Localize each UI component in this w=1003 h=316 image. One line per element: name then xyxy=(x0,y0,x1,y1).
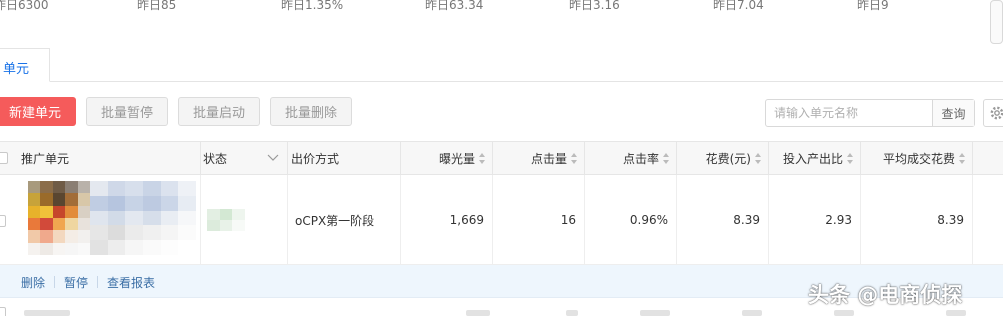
header-avg-cost-label: 平均成交花费 xyxy=(882,151,955,166)
search-button[interactable]: 查询 xyxy=(932,100,974,126)
header-cost[interactable]: 花费(元) xyxy=(677,142,769,174)
tab-unit[interactable]: 单元 xyxy=(0,48,50,82)
avg-cost-cell: 8.39 xyxy=(861,175,973,265)
row-checkbox[interactable] xyxy=(0,215,6,227)
settings-button[interactable] xyxy=(983,99,1003,127)
stats-strip: 昨日6300 昨日85 昨日1.35% 昨日63.34 昨日3.16 昨日7.0… xyxy=(0,0,1003,14)
new-unit-button[interactable]: 新建单元 xyxy=(0,97,76,126)
ctr-cell xyxy=(640,310,670,316)
sort-icon xyxy=(755,152,762,164)
unit-name-blurred xyxy=(90,181,196,255)
header-clicks-label: 点击量 xyxy=(530,151,567,166)
impressions-cell: 1,669 xyxy=(401,175,493,265)
header-bid-method: 出价方式 xyxy=(288,142,401,174)
sort-icon xyxy=(571,152,578,164)
sort-icon xyxy=(847,152,854,164)
header-bid-method-label: 出价方式 xyxy=(291,151,340,166)
delete-link[interactable]: 删除 xyxy=(21,274,45,291)
header-roi-label: 投入产出比 xyxy=(782,151,843,166)
batch-pause-button[interactable]: 批量暂停 xyxy=(86,97,168,126)
cost-cell: 8.39 xyxy=(677,175,769,265)
batch-delete-button[interactable]: 批量删除 xyxy=(270,97,352,126)
unit-cell xyxy=(18,175,201,265)
bid-method-cell: oCPX第一阶段 xyxy=(288,175,401,265)
clicks-cell xyxy=(566,310,578,316)
stat-ctr-yesterday: 昨日1.35% xyxy=(281,0,344,12)
header-unit-label: 推广单元 xyxy=(21,151,70,166)
stat-roi-yesterday: 昨日3.16 xyxy=(569,0,620,12)
unit-thumbnail xyxy=(28,181,90,255)
search-box: 查询 xyxy=(765,99,975,127)
sort-icon xyxy=(479,152,486,164)
sort-icon xyxy=(959,152,966,164)
divider xyxy=(97,276,98,288)
impressions-cell xyxy=(466,310,490,316)
row-checkbox[interactable] xyxy=(0,307,6,316)
table-row: oCPX第一阶段 1,669 16 0.96% 8.39 2.93 8.39 xyxy=(0,175,1003,265)
avg-cost-cell xyxy=(946,310,966,316)
roi-cell xyxy=(834,310,854,316)
gear-icon xyxy=(990,106,1003,120)
table-header: 推广单元 状态 出价方式 曝光量 点击量 点击率 花费(元) 投入产出比 平均成… xyxy=(0,141,1003,175)
search-input[interactable] xyxy=(766,100,934,126)
header-impressions-label: 曝光量 xyxy=(438,151,475,166)
chevron-down-icon xyxy=(267,154,279,161)
header-clicks[interactable]: 点击量 xyxy=(493,142,585,174)
watermark: 头条 @电商侦探 xyxy=(808,283,963,307)
select-all-checkbox[interactable] xyxy=(0,152,8,164)
status-badge xyxy=(207,209,245,231)
sort-icon xyxy=(663,152,670,164)
roi-cell: 2.93 xyxy=(769,175,861,265)
header-impressions[interactable]: 曝光量 xyxy=(401,142,493,174)
unit-name-blurred xyxy=(24,310,70,316)
stat-avg-cost-yesterday: 昨日7.04 xyxy=(713,0,764,12)
pause-link[interactable]: 暂停 xyxy=(64,274,88,291)
stats-scroll-handle[interactable] xyxy=(990,0,1003,44)
header-ctr[interactable]: 点击率 xyxy=(585,142,677,174)
header-ctr-label: 点击率 xyxy=(622,151,659,166)
header-roi[interactable]: 投入产出比 xyxy=(769,142,861,174)
stat-cost-yesterday: 昨日63.34 xyxy=(425,0,484,12)
clicks-cell: 16 xyxy=(493,175,585,265)
header-cost-label: 花费(元) xyxy=(705,151,751,166)
row-select-cell xyxy=(0,175,18,265)
batch-start-button[interactable]: 批量启动 xyxy=(178,97,260,126)
header-avg-cost[interactable]: 平均成交花费 xyxy=(861,142,973,174)
stat-clicks-yesterday: 昨日85 xyxy=(137,0,177,12)
status-cell xyxy=(201,175,288,265)
ctr-cell: 0.96% xyxy=(585,175,677,265)
cost-cell xyxy=(742,310,762,316)
header-status[interactable]: 状态 xyxy=(201,142,288,174)
tab-bar: 单元 xyxy=(0,48,1003,82)
stat-orders-yesterday: 昨日9 xyxy=(857,0,889,12)
header-unit: 推广单元 xyxy=(18,142,201,174)
header-status-label: 状态 xyxy=(203,151,228,166)
header-select-cell xyxy=(0,142,18,174)
stat-impressions-yesterday: 昨日6300 xyxy=(0,0,49,12)
view-report-link[interactable]: 查看报表 xyxy=(107,274,155,291)
divider xyxy=(54,276,55,288)
